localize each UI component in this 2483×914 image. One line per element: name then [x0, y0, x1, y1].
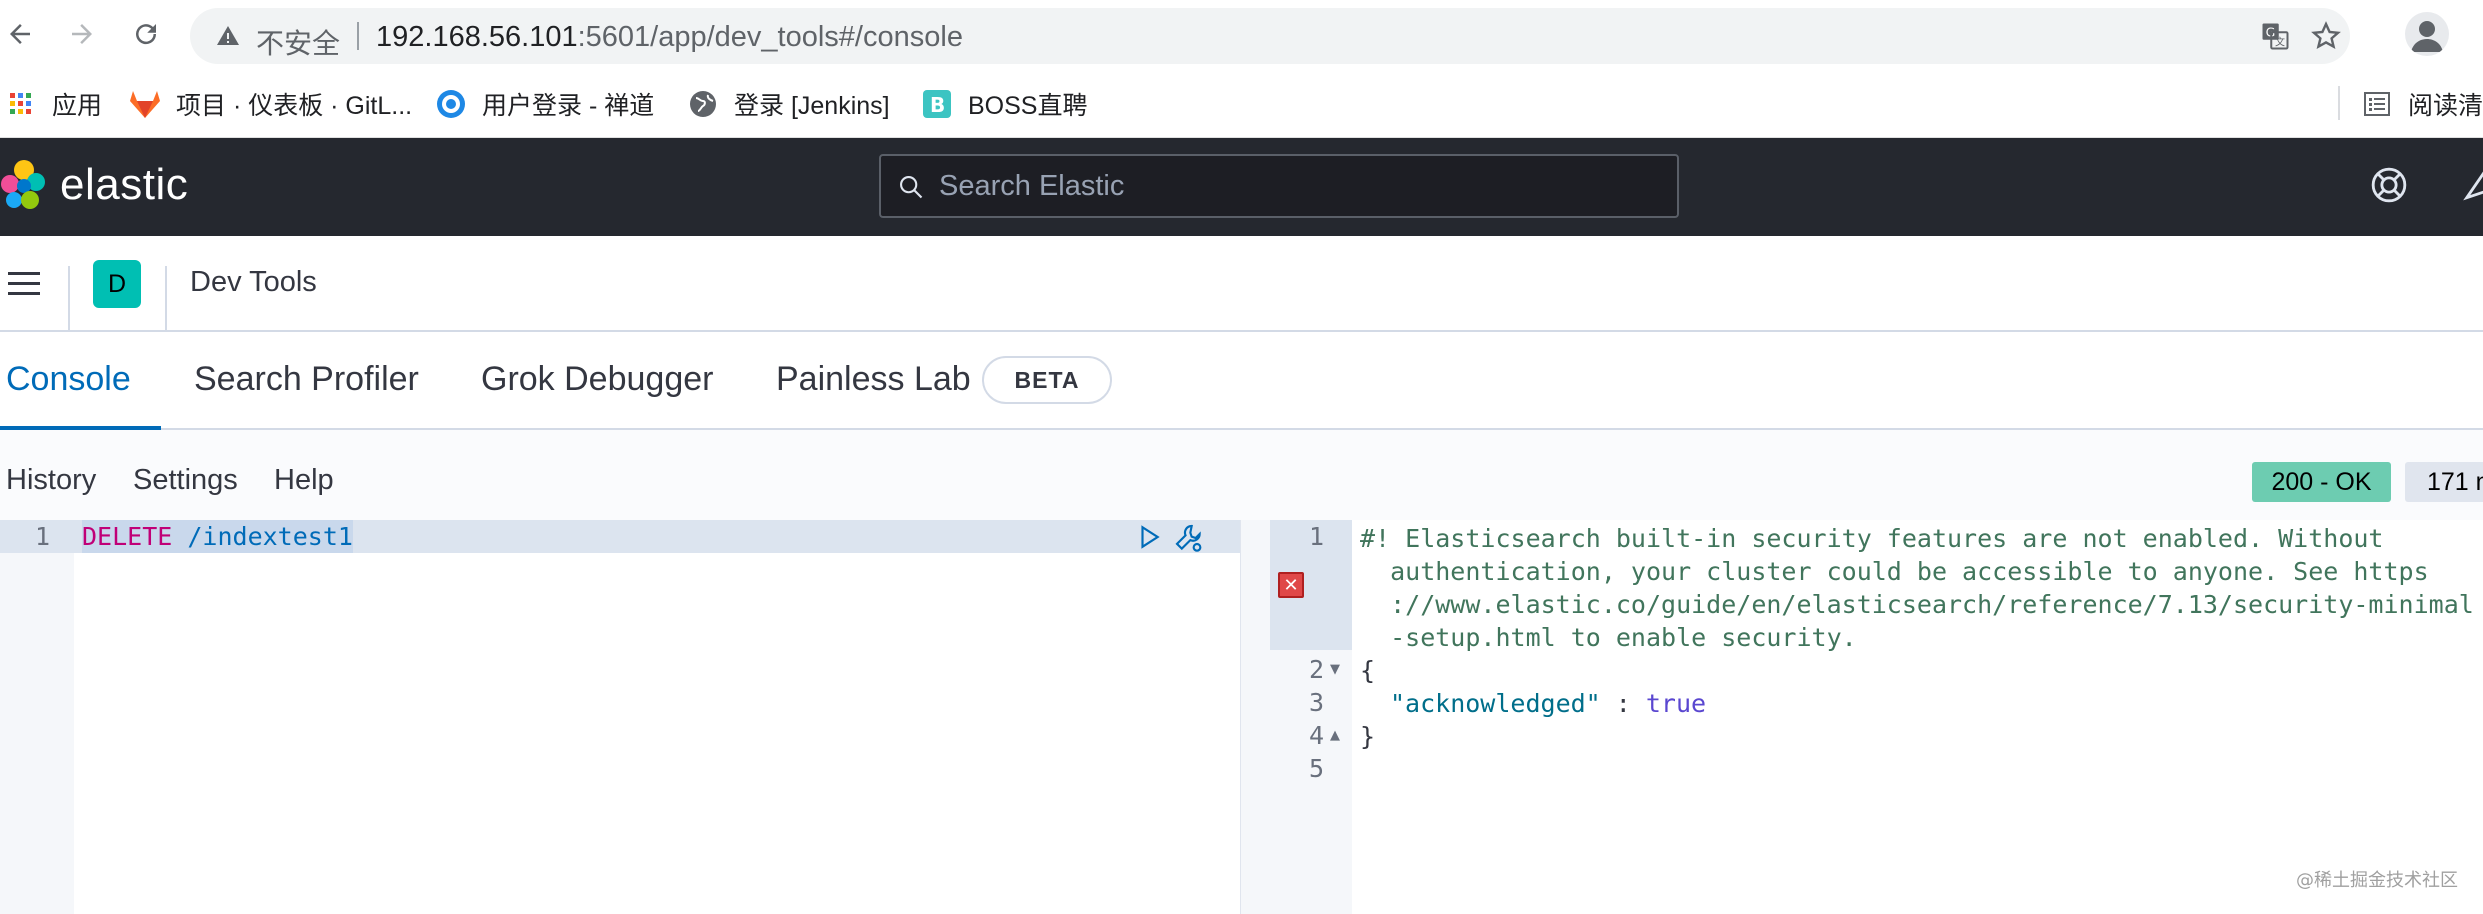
newsfeed-icon[interactable]: [2462, 166, 2483, 204]
json-colon: :: [1600, 689, 1646, 718]
warning-marker-icon[interactable]: ✕: [1278, 572, 1304, 598]
kibana-header: elastic: [0, 138, 2483, 236]
menu-hamburger-icon[interactable]: [4, 266, 44, 302]
tab-grok-debugger[interactable]: Grok Debugger: [481, 360, 713, 399]
dev-tools-tabs: Console Search Profiler Grok Debugger Pa…: [0, 332, 2483, 430]
json-value: true: [1645, 689, 1707, 718]
arrow-left-icon: [10, 24, 30, 44]
fold-up-icon[interactable]: ▲: [1330, 728, 1340, 743]
output-line-number: 2: [1308, 655, 1324, 684]
beta-badge: BETA: [982, 356, 1112, 404]
profile-avatar[interactable]: [2405, 12, 2449, 56]
bookmarks-bar: 应用 项目 · 仪表板 · GitL... 用户登录 - 禅道 登录 [Jenk…: [0, 70, 2483, 138]
tab-console[interactable]: Console: [6, 360, 131, 399]
fold-down-icon[interactable]: ▼: [1330, 662, 1340, 677]
wrench-icon[interactable]: [1172, 522, 1206, 554]
gitlab-icon: [128, 87, 162, 121]
bookmarks-divider: [2338, 86, 2340, 120]
json-open-brace: {: [1360, 656, 1376, 685]
bookmark-boss[interactable]: B BOSS直聘: [920, 84, 1087, 124]
arrow-right-icon: [72, 24, 92, 44]
breadcrumb-divider: [68, 266, 70, 334]
json-key: "acknowledged": [1390, 689, 1601, 718]
forward-button[interactable]: [62, 14, 102, 54]
play-icon[interactable]: [1136, 524, 1162, 550]
security-warning-line: -setup.html to enable security.: [1360, 623, 1857, 652]
request-path: /indextest1: [187, 522, 353, 551]
address-bar[interactable]: 不安全 192.168.56.101:5601/app/dev_tools#/c…: [190, 8, 2350, 64]
boss-icon: B: [920, 87, 954, 121]
panel-resizer[interactable]: [1240, 520, 1270, 914]
response-output: ✕ 1 2 ▼ 3 4 ▲ 5 #! Elasticsearch built-i…: [1270, 520, 2483, 914]
bookmark-label: BOSS直聘: [968, 92, 1088, 120]
bookmark-apps[interactable]: 应用: [4, 84, 102, 124]
output-line-number: 5: [1308, 754, 1324, 783]
breadcrumb-dev-tools: Dev Tools: [190, 266, 317, 298]
console-toolbar: History Settings Help 200 - OK 171 m: [0, 430, 2483, 520]
apps-grid-icon: [4, 87, 38, 121]
request-editor[interactable]: 1 DELETE /indextest1: [0, 520, 1240, 914]
history-link[interactable]: History: [6, 464, 96, 497]
settings-link[interactable]: Settings: [133, 464, 238, 497]
back-button[interactable]: [0, 14, 40, 54]
security-warning-line: #! Elasticsearch built-in security featu…: [1360, 524, 2384, 553]
help-lifebuoy-icon[interactable]: [2370, 166, 2408, 204]
bookmark-label: 阅读清: [2408, 92, 2483, 120]
request-method: DELETE: [82, 522, 173, 551]
bookmark-label: 项目 · 仪表板 · GitL...: [176, 92, 413, 120]
person-icon: [2411, 21, 2443, 52]
elastic-logo[interactable]: elastic: [0, 160, 188, 210]
globe-icon: [686, 87, 720, 121]
reading-list-icon: [2360, 87, 2394, 121]
output-line-number: 3: [1308, 688, 1324, 717]
translate-icon[interactable]: G文: [2260, 21, 2290, 51]
search-icon: [900, 176, 923, 199]
global-search[interactable]: [879, 154, 1679, 218]
reload-icon: [136, 24, 157, 45]
tab-painless-lab[interactable]: Painless Lab: [776, 360, 971, 399]
json-pair: "acknowledged" : true: [1390, 687, 1706, 720]
json-close-brace: }: [1360, 722, 1376, 751]
elastic-logo-icon: [1, 160, 45, 209]
bookmark-label: 用户登录 - 禅道: [482, 92, 655, 120]
address-divider: [357, 22, 359, 50]
watermark: @稀土掘金技术社区: [2296, 870, 2458, 891]
bookmark-label: 应用: [52, 92, 103, 120]
space-avatar[interactable]: D: [93, 260, 141, 308]
response-time-badge: 171 m: [2405, 462, 2483, 502]
line-number: 1: [34, 522, 50, 551]
bookmark-jenkins[interactable]: 登录 [Jenkins]: [686, 84, 890, 124]
search-input[interactable]: [939, 164, 1659, 208]
warning-triangle-icon: [217, 26, 239, 45]
help-link[interactable]: Help: [274, 464, 334, 497]
breadcrumb-divider: [165, 266, 167, 334]
bookmark-label: 登录 [Jenkins]: [734, 92, 890, 120]
url-host: 192.168.56.101: [376, 21, 578, 53]
svg-text:B: B: [930, 93, 945, 117]
tab-search-profiler[interactable]: Search Profiler: [194, 360, 419, 399]
bookmark-reading-list[interactable]: 阅读清: [2360, 84, 2483, 124]
output-line-number: 4: [1308, 721, 1324, 750]
not-secure-label[interactable]: 不安全: [256, 22, 340, 62]
logo-text: elastic: [60, 160, 189, 209]
security-warning-line: ://www.elastic.co/guide/en/elasticsearch…: [1360, 590, 2474, 619]
editor-gutter: [0, 520, 74, 914]
zentao-icon: [434, 87, 468, 121]
bookmark-zentao[interactable]: 用户登录 - 禅道: [434, 84, 654, 124]
output-line-number: 1: [1308, 522, 1324, 551]
svg-text:文: 文: [2275, 35, 2285, 48]
url-path: :5601/app/dev_tools#/console: [577, 21, 963, 53]
request-line[interactable]: DELETE /indextest1: [82, 520, 353, 553]
status-badge: 200 - OK: [2252, 462, 2391, 502]
bookmark-star-icon[interactable]: [2310, 20, 2342, 52]
reload-button[interactable]: [126, 14, 166, 54]
bookmark-gitlab[interactable]: 项目 · 仪表板 · GitL...: [128, 84, 412, 124]
security-warning-line: authentication, your cluster could be ac…: [1360, 557, 2429, 586]
breadcrumb-bar: D Dev Tools: [0, 236, 2483, 334]
url-text[interactable]: 192.168.56.101:5601/app/dev_tools#/conso…: [376, 21, 963, 54]
browser-toolbar: 不安全 192.168.56.101:5601/app/dev_tools#/c…: [0, 0, 2483, 70]
